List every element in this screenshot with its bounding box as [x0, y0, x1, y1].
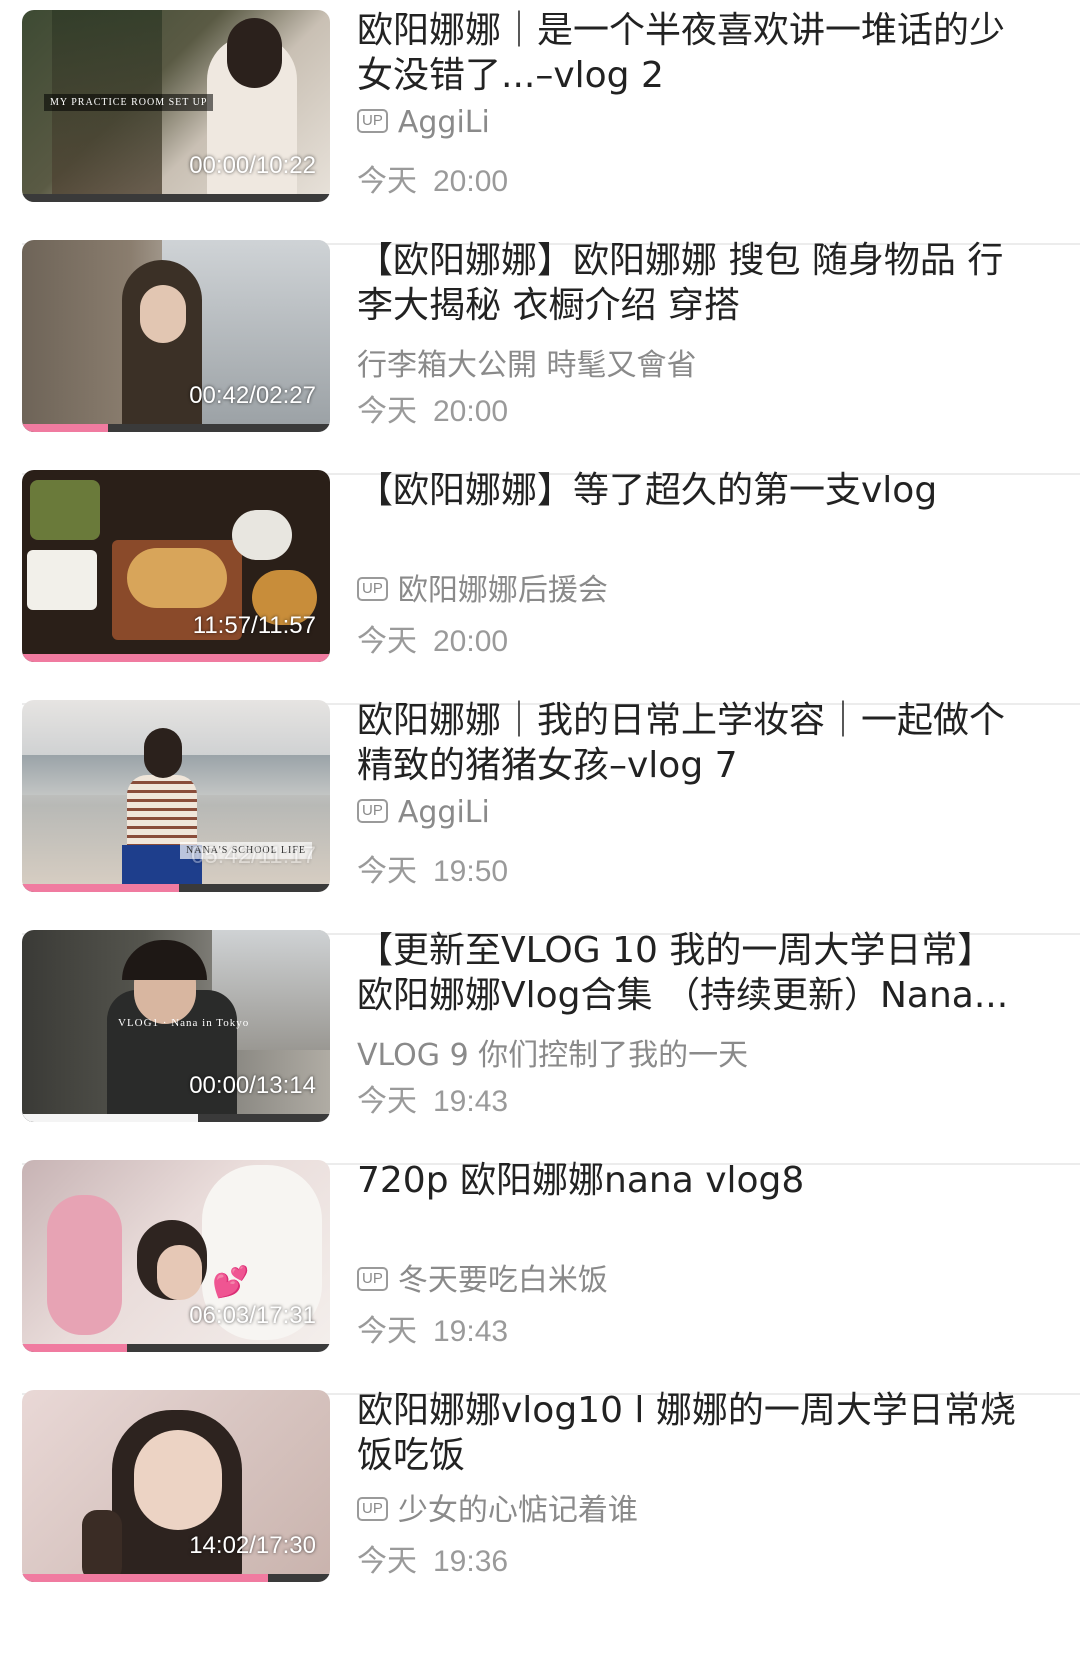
duration-label: 11:57/11:57 [192, 612, 316, 639]
publish-time: 今天 19:36 [357, 1536, 508, 1580]
video-thumbnail[interactable]: NANA'S SCHOOL LIFE 05:42/11:17 [22, 700, 330, 892]
duration-label: 00:42/02:27 [189, 382, 316, 409]
uploader-name: AggiLi [397, 795, 490, 830]
duration-label: 00:00/10:22 [189, 152, 316, 179]
publish-time: 今天 20:00 [357, 616, 508, 660]
publish-time: 今天 19:50 [357, 846, 508, 890]
duration-label: 00:00/13:14 [189, 1072, 316, 1099]
progress-fill [22, 1574, 269, 1582]
publish-clock: 20:00 [433, 625, 509, 658]
video-thumbnail[interactable]: 💕 06:03/17:31 [22, 1160, 330, 1352]
video-thumbnail[interactable]: VLOG1 · Nana in Tokyo 00:00/13:14 [22, 930, 330, 1122]
publish-clock: 20:00 [433, 395, 509, 428]
publish-date: 今天 [357, 164, 417, 199]
video-item[interactable]: 11:57/11:57 【欧阳娜娜】等了超久的第一支vlog UP 欧阳娜娜后援会… [0, 460, 1080, 705]
video-item[interactable]: 💕 06:03/17:31 720p 欧阳娜娜nana vlog8 UP 冬天要吃… [0, 1150, 1080, 1395]
progress-bar [22, 654, 330, 662]
subtitle-text: VLOG 9 你们控制了我的一天 [357, 1038, 749, 1073]
video-title[interactable]: 【欧阳娜娜】等了超久的第一支vlog [357, 468, 1027, 513]
progress-bar [22, 1344, 330, 1352]
uploader[interactable]: UP 少女的心惦记着谁 [357, 1485, 638, 1529]
uploader[interactable]: UP AggiLi [357, 795, 490, 830]
video-thumbnail[interactable]: 11:57/11:57 [22, 470, 330, 662]
publish-clock: 19:50 [433, 855, 509, 888]
progress-bar [22, 884, 330, 892]
progress-bar [22, 1114, 330, 1122]
video-title[interactable]: 【更新至VLOG 10 我的一周大学日常】欧阳娜娜Vlog合集 （持续更新）Na… [357, 928, 1027, 1018]
thumbnail-caption: MY PRACTICE ROOM SET UP [44, 94, 214, 111]
up-badge-icon: UP [357, 576, 388, 601]
up-badge-icon: UP [357, 798, 388, 823]
progress-fill [22, 424, 109, 432]
video-item[interactable]: MY PRACTICE ROOM SET UP 00:00/10:22 欧阳娜娜… [0, 0, 1080, 245]
progress-fill [22, 1114, 198, 1122]
publish-date: 今天 [357, 394, 417, 429]
progress-fill [22, 654, 330, 662]
video-thumbnail[interactable]: MY PRACTICE ROOM SET UP 00:00/10:22 [22, 10, 330, 202]
publish-date: 今天 [357, 1544, 417, 1579]
publish-time: 今天 20:00 [357, 386, 508, 430]
publish-clock: 19:36 [433, 1545, 509, 1578]
publish-date: 今天 [357, 1084, 417, 1119]
video-item[interactable]: 00:42/02:27 【欧阳娜娜】欧阳娜娜 搜包 随身物品 行李大揭秘 衣橱介… [0, 230, 1080, 475]
uploader[interactable]: UP 冬天要吃白米饭 [357, 1255, 608, 1299]
up-badge-icon: UP [357, 108, 388, 133]
video-title[interactable]: 720p 欧阳娜娜nana vlog8 [357, 1158, 1027, 1203]
video-subtitle: VLOG 9 你们控制了我的一天 [357, 1030, 748, 1074]
video-title[interactable]: 欧阳娜娜｜我的日常上学妆容｜一起做个精致的猪猪女孩–vlog 7 [357, 698, 1027, 788]
subtitle-text: 行李箱大公開 時髦又會省 [357, 348, 697, 383]
video-title[interactable]: 欧阳娜娜vlog10 l 娜娜的一周大学日常烧饭吃饭 [357, 1388, 1027, 1478]
video-item[interactable]: NANA'S SCHOOL LIFE 05:42/11:17 欧阳娜娜｜我的日常… [0, 690, 1080, 935]
uploader-name: AggiLi [397, 105, 490, 140]
publish-date: 今天 [357, 624, 417, 659]
uploader-name: 欧阳娜娜后援会 [397, 573, 608, 608]
video-item[interactable]: 14:02/17:30 欧阳娜娜vlog10 l 娜娜的一周大学日常烧饭吃饭 U… [0, 1380, 1080, 1625]
duration-label: 05:42/11:17 [190, 842, 316, 869]
progress-bar [22, 194, 330, 202]
video-item[interactable]: VLOG1 · Nana in Tokyo 00:00/13:14 【更新至VL… [0, 920, 1080, 1165]
publish-date: 今天 [357, 1314, 417, 1349]
video-subtitle: 行李箱大公開 時髦又會省 [357, 340, 697, 384]
uploader-name: 少女的心惦记着谁 [397, 1493, 638, 1528]
publish-time: 今天 19:43 [357, 1306, 508, 1350]
video-list: MY PRACTICE ROOM SET UP 00:00/10:22 欧阳娜娜… [0, 0, 1080, 1667]
progress-fill [22, 884, 180, 892]
progress-bar [22, 424, 330, 432]
publish-date: 今天 [357, 854, 417, 889]
video-title[interactable]: 【欧阳娜娜】欧阳娜娜 搜包 随身物品 行李大揭秘 衣橱介绍 穿搭 [357, 238, 1027, 328]
publish-time: 今天 20:00 [357, 156, 508, 200]
up-badge-icon: UP [357, 1496, 388, 1521]
progress-bar [22, 1574, 330, 1582]
thumbnail-caption: VLOG1 · Nana in Tokyo [118, 1017, 250, 1029]
video-thumbnail[interactable]: 00:42/02:27 [22, 240, 330, 432]
video-thumbnail[interactable]: 14:02/17:30 [22, 1390, 330, 1582]
publish-time: 今天 19:43 [357, 1076, 508, 1120]
uploader[interactable]: UP AggiLi [357, 105, 490, 140]
duration-label: 14:02/17:30 [189, 1532, 316, 1559]
publish-clock: 19:43 [433, 1315, 509, 1348]
publish-clock: 19:43 [433, 1085, 509, 1118]
uploader[interactable]: UP 欧阳娜娜后援会 [357, 565, 608, 609]
uploader-name: 冬天要吃白米饭 [397, 1263, 608, 1298]
heart-icon: 💕 [212, 1265, 250, 1300]
publish-clock: 20:00 [433, 165, 509, 198]
up-badge-icon: UP [357, 1266, 388, 1291]
video-title[interactable]: 欧阳娜娜｜是一个半夜喜欢讲一堆话的少女没错了...–vlog 2 [357, 8, 1027, 98]
duration-label: 06:03/17:31 [189, 1302, 316, 1329]
progress-fill [22, 1344, 127, 1352]
